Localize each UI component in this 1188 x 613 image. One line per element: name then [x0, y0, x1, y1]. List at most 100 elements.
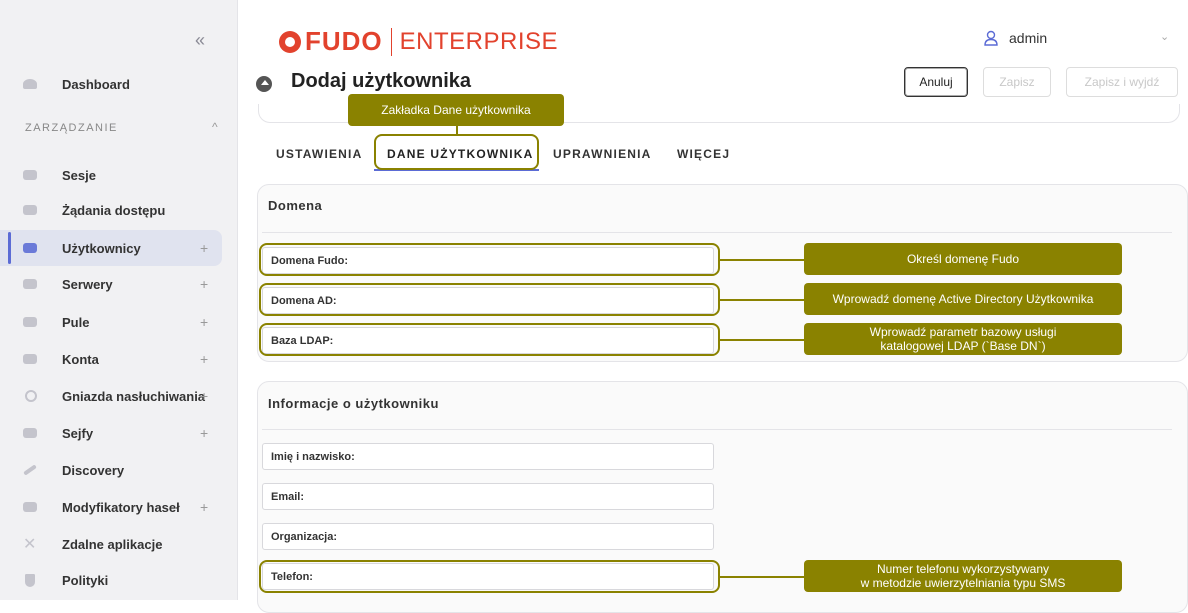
sidebar-item-access-requests[interactable]: Żądania dostępu — [0, 192, 222, 228]
callout-phone: Numer telefonu wykorzystywany w metodzie… — [804, 560, 1122, 592]
add-account-icon[interactable]: + — [200, 351, 208, 367]
sidebar-item-pools[interactable]: Pule + — [0, 304, 222, 340]
callout-connector — [720, 576, 804, 578]
ad-domain-highlight — [259, 283, 720, 316]
sidebar-item-password-changers[interactable]: Modyfikatory haseł + — [0, 489, 222, 525]
card-divider — [262, 232, 1172, 233]
tab-more[interactable]: WIĘCEJ — [677, 147, 730, 161]
sidebar-item-label: Gniazda nasłuchiwania — [62, 388, 206, 404]
email-input[interactable] — [373, 488, 707, 507]
ldap-base-highlight — [259, 323, 720, 356]
sidebar-item-dashboard[interactable]: Dashboard — [0, 66, 222, 102]
add-user-icon[interactable]: + — [200, 240, 208, 256]
sidebar-item-policies[interactable]: Polityki — [0, 562, 222, 598]
accounts-icon — [23, 354, 37, 364]
sidebar-item-accounts[interactable]: Konta + — [0, 341, 222, 377]
add-server-icon[interactable]: + — [200, 276, 208, 292]
sidebar-item-discovery[interactable]: Discovery — [0, 452, 222, 488]
callout-connector — [720, 339, 804, 341]
fudo-domain-highlight — [259, 243, 720, 276]
organization-input[interactable] — [373, 528, 707, 547]
add-pool-icon[interactable]: + — [200, 314, 208, 330]
callout-connector — [456, 126, 458, 135]
sidebar-item-label: Sejfy — [62, 425, 94, 441]
email-field[interactable]: Email: — [262, 483, 714, 510]
callout-connector — [720, 299, 804, 301]
chevron-up-icon[interactable]: ^ — [212, 120, 218, 134]
save-and-exit-button[interactable]: Zapisz i wyjdź — [1066, 67, 1178, 97]
organization-label: Organizacja: — [271, 531, 338, 543]
fudo-logo: FUDO ENTERPRISE — [279, 26, 558, 57]
sidebar-item-listeners[interactable]: Gniazda nasłuchiwania + — [0, 378, 222, 414]
callout-ldap-base: Wprowadź parametr bazowy usługi katalogo… — [804, 323, 1122, 355]
full-name-input[interactable] — [373, 448, 707, 467]
sidebar-item-label: Użytkownicy — [62, 240, 141, 256]
collapse-sidebar-icon[interactable]: « — [195, 30, 205, 51]
callout-phone-line-1: Numer telefonu wykorzystywany — [876, 562, 1050, 576]
sidebar-item-label: Żądania dostępu — [62, 202, 166, 218]
fudo-logo-icon — [279, 30, 301, 53]
user-icon — [984, 30, 998, 46]
save-button[interactable]: Zapisz — [983, 67, 1051, 97]
add-password-changer-icon[interactable]: + — [200, 499, 208, 515]
phone-highlight — [259, 560, 720, 593]
access-requests-icon — [23, 205, 37, 215]
sessions-icon — [23, 170, 37, 180]
discovery-icon — [23, 464, 37, 476]
listeners-icon — [25, 390, 37, 402]
page-title: Dodaj użytkownika — [291, 70, 472, 92]
sidebar-item-label: Sesje — [62, 167, 96, 183]
logo-fudo-text: FUDO — [305, 26, 383, 56]
tab-permissions[interactable]: UPRAWNIENIA — [553, 147, 652, 161]
user-name: admin — [1009, 30, 1048, 46]
sidebar-item-label: Zdalne aplikacje — [62, 536, 163, 552]
email-label: Email: — [271, 491, 305, 503]
password-changers-icon — [23, 502, 37, 512]
add-safe-icon[interactable]: + — [200, 425, 208, 441]
callout-connector — [720, 259, 804, 261]
callout-fudo-domain-text: Określ domenę Fudo — [906, 252, 1020, 266]
callout-phone-line-2: w metodzie uwierzytelniania typu SMS — [860, 576, 1066, 590]
callout-tab: Zakładka Dane użytkownika — [348, 94, 564, 126]
shield-icon — [25, 573, 35, 587]
user-info-card-title: Informacje o użytkowniku — [268, 396, 439, 411]
sidebar-item-label: Polityki — [62, 572, 109, 588]
callout-fudo-domain: Określ domenę Fudo — [804, 243, 1122, 275]
sidebar-item-label: Discovery — [62, 462, 125, 478]
sidebar-item-users[interactable]: Użytkownicy + — [0, 230, 222, 266]
cancel-button[interactable]: Anuluj — [904, 67, 968, 97]
chevron-down-icon[interactable]: ⌄ — [1160, 30, 1169, 43]
full-name-field[interactable]: Imię i nazwisko: — [262, 443, 714, 470]
full-name-label: Imię i nazwisko: — [271, 451, 355, 463]
sidebar: « Dashboard ZARZĄDZANIE ^ Sesje Żądania … — [0, 0, 238, 600]
sidebar-item-safes[interactable]: Sejfy + — [0, 415, 222, 451]
sidebar-item-sessions[interactable]: Sesje — [0, 157, 222, 193]
sidebar-item-remote-apps[interactable]: ✕ Zdalne aplikacje — [0, 526, 222, 562]
sidebar-item-servers[interactable]: Serwery + — [0, 266, 222, 302]
tab-highlight — [374, 134, 539, 170]
add-listener-icon[interactable]: + — [200, 388, 208, 404]
user-menu[interactable]: admin — [983, 30, 1047, 46]
card-divider — [262, 429, 1172, 430]
remote-apps-icon: ✕ — [23, 536, 37, 553]
section-header-management[interactable]: ZARZĄDZANIE — [25, 122, 118, 134]
sidebar-item-label: Serwery — [62, 276, 113, 292]
logo-enterprise-text: ENTERPRISE — [399, 27, 559, 55]
domain-card-title: Domena — [268, 198, 323, 213]
sidebar-item-label: Konta — [62, 351, 99, 367]
servers-icon — [23, 279, 37, 289]
callout-ldap-line-1: Wprowadź parametr bazowy usługi — [869, 325, 1057, 339]
organization-field[interactable]: Organizacja: — [262, 523, 714, 550]
callout-ldap-line-2: katalogowej LDAP (`Base DN`) — [880, 339, 1046, 353]
pools-icon — [23, 317, 37, 327]
callout-ad-domain: Wprowadź domenę Active Directory Użytkow… — [804, 283, 1122, 315]
callout-tab-text: Zakładka Dane użytkownika — [381, 103, 531, 117]
users-icon — [23, 243, 37, 253]
sidebar-item-label: Pule — [62, 314, 90, 330]
logo-separator — [390, 27, 392, 56]
callout-ad-domain-text: Wprowadź domenę Active Directory Użytkow… — [832, 292, 1094, 306]
sidebar-item-label: Modyfikatory haseł — [62, 499, 180, 515]
safes-icon — [23, 428, 37, 438]
back-icon[interactable] — [256, 76, 272, 92]
tab-settings[interactable]: USTAWIENIA — [276, 147, 362, 161]
